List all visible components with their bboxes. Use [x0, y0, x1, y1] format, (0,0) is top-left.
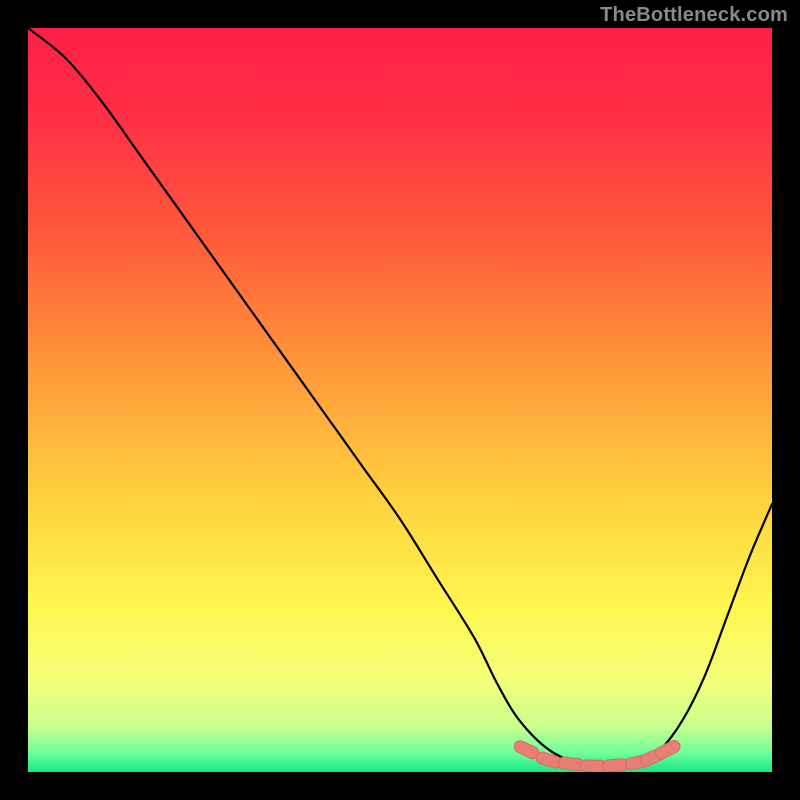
bottleneck-curve [28, 28, 772, 767]
optimal-range-markers [512, 738, 682, 772]
curve-layer [28, 28, 772, 772]
plot-area [28, 28, 772, 772]
chart-frame: TheBottleneck.com [0, 0, 800, 800]
watermark-text: TheBottleneck.com [600, 4, 788, 27]
